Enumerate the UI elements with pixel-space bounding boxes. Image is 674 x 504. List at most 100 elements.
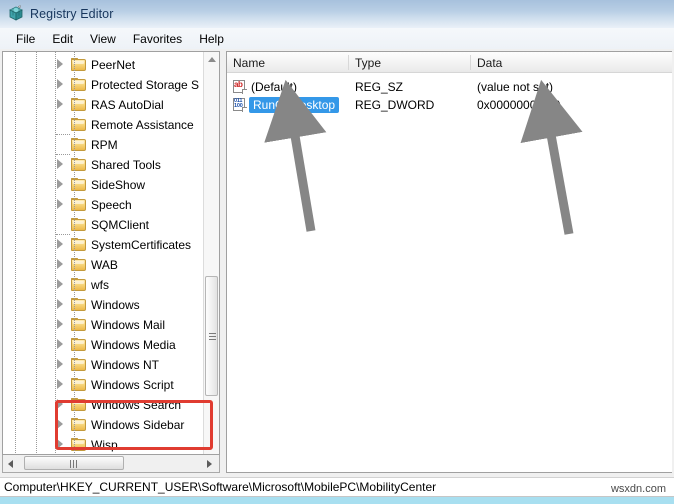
table-row[interactable]: ab (Default) REG_SZ (value not set) [227,78,672,97]
tree-item-label: Windows [91,298,140,312]
tree-item-label: WAB [91,258,118,272]
bottom-strip [0,497,674,504]
expand-arrow-icon[interactable] [57,99,69,111]
tree-item-label: Windows Sidebar [91,418,185,432]
expand-arrow-icon[interactable] [57,159,69,171]
registry-tree[interactable]: PeerNet Protected Storage S RAS AutoDial Re… [3,52,206,454]
tree-item-label: SQMClient [91,218,150,232]
tree-connector [56,144,70,155]
expand-arrow-icon[interactable] [57,439,69,451]
tree-vertical-scrollbar[interactable] [203,52,219,454]
tree-item-label: Windows Mail [91,318,166,332]
expand-arrow-icon[interactable] [57,79,69,91]
string-value-icon: ab [233,80,247,94]
menu-item-view[interactable]: View [82,30,124,48]
column-header-name[interactable]: Name [227,52,349,73]
expand-arrow-icon[interactable] [57,279,69,291]
tree-item-label: SideShow [91,178,146,192]
tree-item-windows-nt[interactable]: Windows NT [3,355,206,375]
tree-item-label: Speech [91,198,132,212]
value-name: (Default) [251,80,298,94]
scroll-right-button[interactable] [201,456,218,472]
expand-arrow-icon[interactable] [57,259,69,271]
tree-item-wfs[interactable]: wfs [3,275,206,295]
menu-item-favorites[interactable]: Favorites [125,30,190,48]
value-type: REG_SZ [355,80,404,94]
chevron-right-icon [207,459,212,468]
tree-connector [56,224,70,235]
tree-item-windows-search[interactable]: Windows Search [3,395,206,415]
tree-horizontal-scrollbar[interactable] [2,455,220,473]
watermark: wsxdn.com [610,483,666,495]
tree-guide-line [74,52,75,454]
tree-item-peernet[interactable]: PeerNet [3,55,206,75]
tree-item-rpm[interactable]: RPM [3,135,206,155]
scrollbar-grip [209,333,216,340]
table-row[interactable]: 011 100 RunOnDesktop REG_DWORD 0x00000001… [227,96,672,115]
chevron-up-icon [208,57,216,62]
tree-item-sqmclient[interactable]: SQMClient [3,215,206,235]
expand-arrow-icon[interactable] [57,239,69,251]
tree-item-windows-sidebar[interactable]: Windows Sidebar [3,415,206,435]
scrollbar-thumb[interactable] [24,456,124,470]
values-list-header: Name Type Data [227,52,672,73]
tree-item-label: Windows Script [91,378,174,392]
tree-item-sideshow[interactable]: SideShow [3,175,206,195]
value-type: REG_DWORD [355,98,435,112]
tree-item-label: Remote Assistance [91,118,194,132]
expand-arrow-icon[interactable] [57,179,69,191]
tree-item-label: Windows Media [91,338,176,352]
tree-item-windows-mail[interactable]: Windows Mail [3,315,206,335]
expand-arrow-icon[interactable] [57,379,69,391]
menu-item-edit[interactable]: Edit [44,30,81,48]
tree-item-label: SystemCertificates [91,238,192,252]
scrollbar-thumb[interactable] [205,276,218,396]
expand-arrow-icon[interactable] [57,59,69,71]
chevron-left-icon [8,459,13,468]
tree-item-protected-storage-s[interactable]: Protected Storage S [3,75,206,95]
values-list-pane[interactable]: Name Type Data ab (Default) REG_SZ (valu… [226,51,672,473]
value-data: 0x00000001 (1) [477,98,562,112]
expand-arrow-icon[interactable] [57,419,69,431]
tree-item-shared-tools[interactable]: Shared Tools [3,155,206,175]
title-bar: Registry Editor [0,0,674,28]
tree-item-label: Protected Storage S [91,78,200,92]
expand-arrow-icon[interactable] [57,299,69,311]
tree-item-windows[interactable]: Windows [3,295,206,315]
expand-arrow-icon[interactable] [57,339,69,351]
client-area: PeerNet Protected Storage S RAS AutoDial Re… [0,49,674,477]
column-header-type[interactable]: Type [349,52,470,73]
tree-item-wisp[interactable]: Wisp [3,435,206,454]
tree-item-speech[interactable]: Speech [3,195,206,215]
tree-item-ras-autodial[interactable]: RAS AutoDial [3,95,206,115]
tree-item-wab[interactable]: WAB [3,255,206,275]
menu-bar: File Edit View Favorites Help [0,28,674,49]
dword-value-icon: 011 100 [233,98,247,112]
tree-item-label: Shared Tools [91,158,161,172]
menu-item-file[interactable]: File [8,30,43,48]
tree-item-remote-assistance[interactable]: Remote Assistance [3,115,206,135]
expand-arrow-icon[interactable] [57,199,69,211]
expand-arrow-icon[interactable] [57,399,69,411]
scroll-up-button[interactable] [204,52,219,68]
tree-item-windows-media[interactable]: Windows Media [3,335,206,355]
tree-item-label: Windows NT [91,358,160,372]
registry-cube-icon [7,5,25,23]
tree-item-systemcertificates[interactable]: SystemCertificates [3,235,206,255]
tree-item-label: Wisp [91,438,118,452]
column-header-data[interactable]: Data [471,52,671,73]
tree-item-label: Windows Search [91,398,182,412]
window-title: Registry Editor [30,7,114,21]
expand-arrow-icon[interactable] [57,319,69,331]
value-data: (value not set) [477,80,554,94]
registry-tree-pane[interactable]: PeerNet Protected Storage S RAS AutoDial Re… [2,51,220,455]
expand-arrow-icon[interactable] [57,359,69,371]
tree-item-windows-script[interactable]: Windows Script [3,375,206,395]
tree-item-label: RPM [91,138,118,152]
tree-item-label: PeerNet [91,58,136,72]
status-bar: Computer\HKEY_CURRENT_USER\Software\Micr… [0,477,674,497]
tree-item-label: RAS AutoDial [91,98,164,112]
value-name-selected[interactable]: RunOnDesktop [249,97,340,113]
menu-item-help[interactable]: Help [191,30,232,48]
scroll-left-button[interactable] [3,456,20,472]
